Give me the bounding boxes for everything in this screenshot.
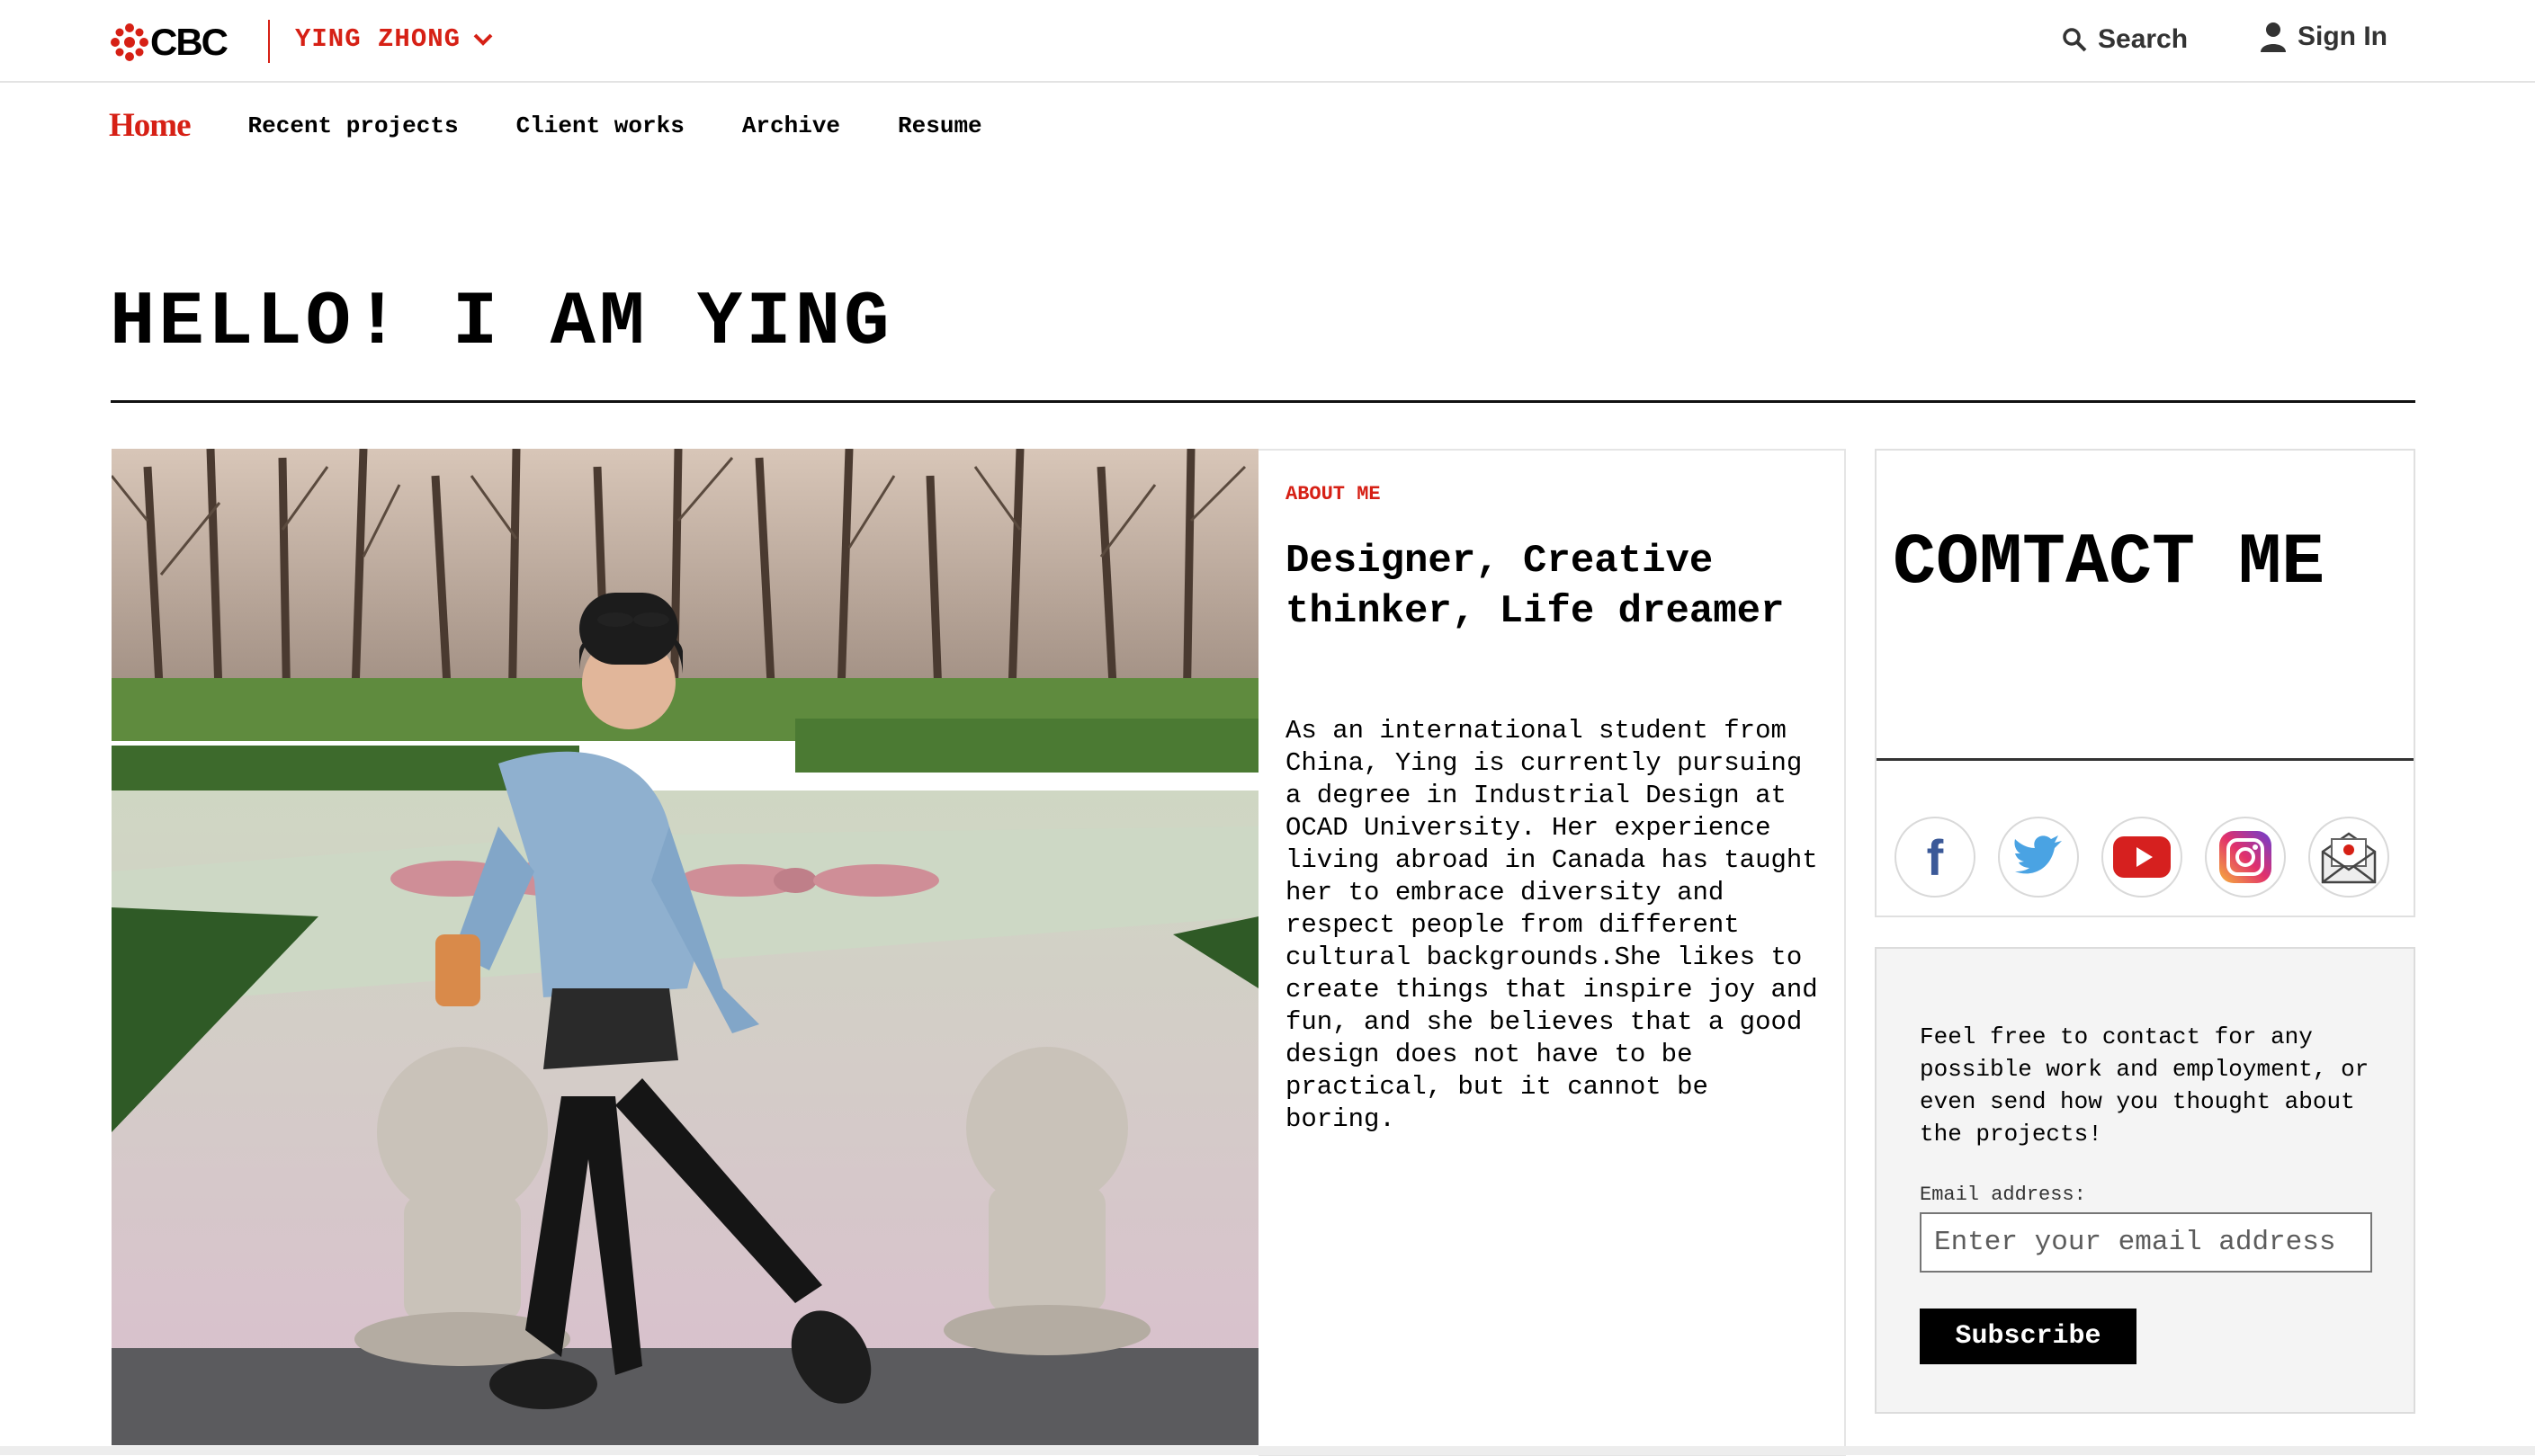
youtube-link[interactable] [2101,817,2182,898]
nav-item-client-works[interactable]: Client works [516,112,685,139]
nav-item-resume[interactable]: Resume [898,112,982,139]
svg-text:f: f [1927,830,1944,884]
page-title: HELLO! I AM YING [110,281,893,366]
top-bar: CBC YING ZHONG Search Sign In [0,0,2535,83]
profile-photo-illustration [112,449,1259,1445]
nav-item-home[interactable]: Home [109,106,192,145]
user-icon [2261,22,2286,52]
twitter-link[interactable] [1998,817,2079,898]
site-name-label: YING ZHONG [295,24,461,54]
about-heading: Designer, Creative thinker, Life dreamer [1285,539,1785,634]
contact-divider [1877,758,2414,761]
search-label: Search [2098,24,2189,54]
title-divider [111,400,2415,403]
email-label: Email address: [1920,1184,2086,1206]
cbc-logo-link[interactable]: CBC [111,21,228,63]
search-button[interactable]: Search [2062,24,2188,55]
logo-divider [268,20,270,63]
page-bottom-edge [0,1446,2535,1455]
sign-in-label: Sign In [2298,22,2387,51]
email-input[interactable] [1920,1212,2372,1273]
twitter-icon [2014,835,2062,874]
chevron-down-icon [473,33,493,46]
contact-title: COMTACT ME [1893,523,2325,604]
main-nav: Home Recent projects Client works Archiv… [109,106,1040,145]
site-name-dropdown[interactable]: YING ZHONG [295,24,493,54]
instagram-icon [2219,831,2271,883]
about-card: ABOUT ME Designer, Creative thinker, Lif… [1259,449,1846,1456]
profile-photo [112,449,1259,1445]
nav-item-recent-projects[interactable]: Recent projects [248,112,459,139]
email-link[interactable] [2308,817,2389,898]
cbc-gem-icon [111,23,148,61]
youtube-icon [2113,836,2171,878]
about-kicker: ABOUT ME [1285,483,1381,505]
newsletter-signup: Feel free to contact for any possible wo… [1875,947,2415,1414]
instagram-link[interactable] [2205,817,2286,898]
sign-in-button[interactable]: Sign In [2260,22,2387,52]
search-icon [2063,28,2087,52]
about-body: As an international student from China, … [1285,716,1818,1134]
contact-card: COMTACT ME f [1875,449,2415,917]
facebook-link[interactable]: f [1895,817,1975,898]
social-links: f [1895,817,2412,898]
newsletter-text: Feel free to contact for any possible wo… [1920,1023,2369,1148]
nav-item-archive[interactable]: Archive [742,112,840,139]
mail-icon [2321,832,2377,884]
logo-text: CBC [150,21,228,63]
facebook-icon: f [1927,830,1944,884]
subscribe-button[interactable]: Subscribe [1920,1309,2136,1364]
